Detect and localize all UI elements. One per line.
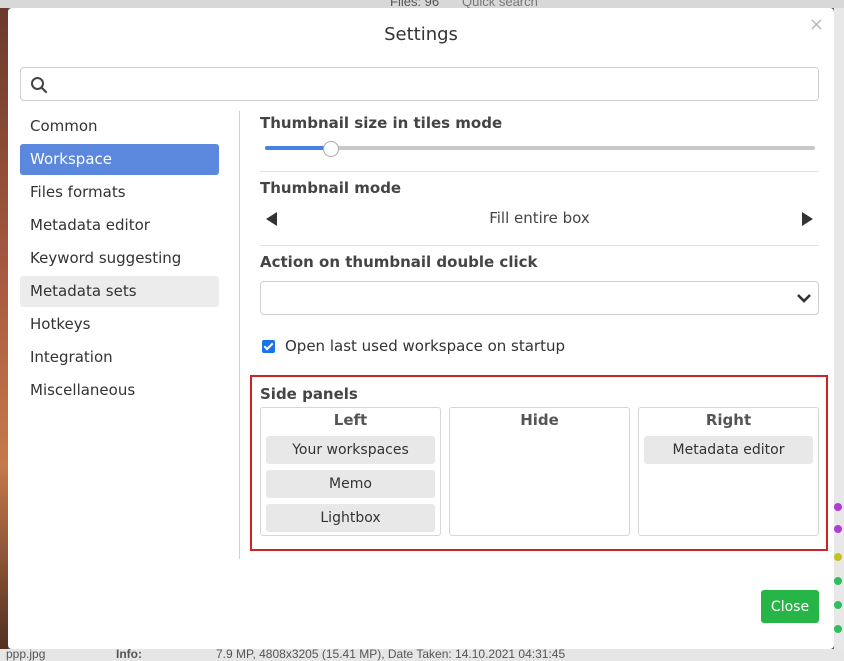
settings-sidebar: Common Workspace Files formats Metadata edi… (20, 111, 219, 408)
sidebar-item-hotkeys[interactable]: Hotkeys (20, 309, 219, 340)
dialog-title: Settings (384, 24, 458, 45)
panel-column-header: Left (333, 411, 368, 429)
status-dot (834, 625, 842, 633)
status-info-label: Info: (116, 647, 142, 661)
status-dot (834, 553, 842, 561)
sidebar-divider (239, 111, 240, 559)
status-dot (834, 601, 842, 609)
settings-search (20, 67, 819, 101)
side-panels-section: Side panels Left Your workspaces Memo Light… (250, 375, 828, 551)
slider-track (265, 146, 815, 150)
double-click-action-label: Action on thumbnail double click (260, 253, 538, 271)
panel-item-your-workspaces[interactable]: Your workspaces (266, 436, 435, 464)
panel-column-header: Right (705, 411, 752, 429)
background-image-strip (0, 8, 8, 661)
status-dot (834, 577, 842, 585)
panel-item-memo[interactable]: Memo (266, 470, 435, 498)
panel-column-hide[interactable]: Hide (449, 407, 630, 536)
thumbnail-size-slider[interactable] (265, 141, 815, 157)
settings-dialog: × Settings Common Workspace Files formats M… (8, 8, 834, 649)
sidebar-item-metadata-editor[interactable]: Metadata editor (20, 210, 219, 241)
thumbnail-size-label: Thumbnail size in tiles mode (260, 114, 503, 132)
background-toolbar: Files: 96 Quick search (0, 0, 844, 9)
panel-item-lightbox[interactable]: Lightbox (266, 504, 435, 532)
background-right-panel (834, 8, 844, 661)
status-dot (834, 525, 842, 533)
search-input[interactable] (55, 72, 810, 96)
slider-handle[interactable] (323, 141, 339, 157)
separator (260, 245, 819, 246)
thumbnail-mode-label: Thumbnail mode (260, 179, 402, 197)
status-info-value: 7.9 MP, 4808x3205 (15.41 MP), Date Taken… (216, 647, 566, 661)
panel-column-right[interactable]: Right Metadata editor (638, 407, 819, 536)
sidebar-item-workspace[interactable]: Workspace (20, 144, 219, 175)
thumbnail-mode-value: Fill entire box (489, 209, 590, 227)
panel-item-metadata-editor[interactable]: Metadata editor (644, 436, 813, 464)
background-status-bar: ppp.jpg Info: 7.9 MP, 4808x3205 (15.41 M… (0, 647, 844, 661)
sidebar-item-metadata-sets[interactable]: Metadata sets (20, 276, 219, 307)
panel-column-header: Hide (520, 411, 559, 429)
panel-column-left[interactable]: Left Your workspaces Memo Lightbox (260, 407, 441, 536)
next-arrow-icon[interactable] (802, 212, 813, 226)
open-last-workspace-label: Open last used workspace on startup (285, 337, 565, 355)
slider-fill (265, 146, 331, 150)
search-icon (31, 77, 48, 94)
sidebar-item-integration[interactable]: Integration (20, 342, 219, 373)
sidebar-item-files-formats[interactable]: Files formats (20, 177, 219, 208)
sidebar-item-common[interactable]: Common (20, 111, 219, 142)
status-filename: ppp.jpg (6, 647, 46, 661)
sidebar-item-keyword-suggesting[interactable]: Keyword suggesting (20, 243, 219, 274)
open-last-workspace-checkbox[interactable] (262, 340, 275, 353)
status-dot (834, 503, 842, 511)
double-click-action-select[interactable] (260, 281, 819, 315)
separator (260, 171, 819, 172)
sidebar-item-miscellaneous[interactable]: Miscellaneous (20, 375, 219, 406)
close-button[interactable]: Close (761, 590, 819, 623)
thumbnail-mode-switcher: Fill entire box (260, 207, 819, 231)
side-panels-title: Side panels (260, 385, 358, 403)
chevron-down-icon (797, 294, 811, 303)
